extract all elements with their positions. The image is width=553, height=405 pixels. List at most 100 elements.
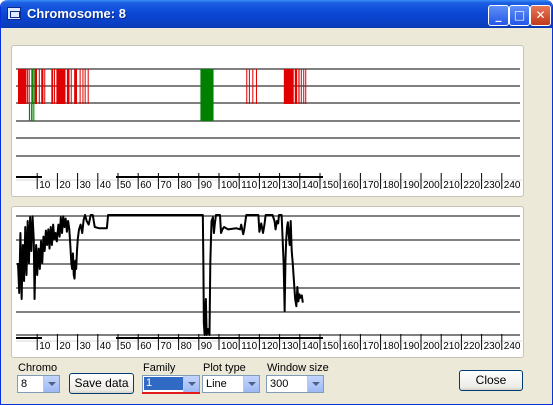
title-bar[interactable]: Chromosome: 8 _ □ ✕ [1, 0, 552, 28]
maximize-icon: □ [513, 8, 526, 22]
tick-label: 160 [342, 180, 359, 191]
chevron-down-icon[interactable] [183, 376, 199, 392]
tick-label: 50 [120, 180, 132, 191]
chromo-label: Chromo [18, 362, 58, 374]
track-segment [66, 69, 70, 104]
track-segment [283, 69, 294, 104]
window-size-select[interactable]: 300 [266, 375, 324, 393]
bottom-plot-panel: 10 20 30 40 50 60 70 80 90 100 110 120 130 140 150 160 1… [11, 206, 524, 358]
tick-label: 140 [302, 180, 319, 191]
track-segment [56, 69, 66, 104]
tick-label: 20 [59, 341, 71, 352]
tick-label: 140 [302, 341, 319, 352]
window-size-value: 300 [270, 378, 289, 390]
tick-label: 130 [282, 180, 299, 191]
tick-label: 70 [160, 341, 172, 352]
tick-label: 40 [100, 180, 112, 191]
close-window-button[interactable]: ✕ [530, 5, 551, 26]
track-segment [255, 69, 257, 104]
tick-label: 80 [181, 341, 193, 352]
maximize-button[interactable]: □ [509, 5, 530, 26]
tick-label: 10 [39, 180, 51, 191]
track-segment [28, 104, 31, 121]
line-plot[interactable]: 10 20 30 40 50 60 70 80 90 100 110 120 130 140 150 160 1… [12, 207, 523, 357]
tick-label: 210 [443, 341, 460, 352]
track-segment [27, 69, 29, 104]
tick-label: 240 [504, 180, 521, 191]
track-segment [38, 69, 40, 104]
tick-label: 170 [362, 341, 379, 352]
track-segment [70, 69, 72, 104]
tick-label: 40 [100, 341, 112, 352]
tick-label: 230 [484, 341, 501, 352]
tick-label: 180 [383, 180, 400, 191]
tick-label: 220 [463, 180, 480, 191]
track-segment [44, 69, 46, 104]
tick-label: 20 [59, 180, 71, 191]
track-segment [200, 69, 214, 104]
tick-label: 100 [221, 341, 238, 352]
family-value: 1 [144, 377, 183, 390]
tick-label: 200 [423, 180, 440, 191]
track-segment [303, 69, 305, 104]
track-segment [87, 69, 89, 104]
close-icon: ✕ [535, 8, 546, 22]
tick-label: 110 [241, 180, 257, 191]
track-segment [200, 104, 214, 121]
track-segment [41, 69, 44, 104]
track-segment [51, 69, 54, 104]
tick-label: 150 [322, 341, 339, 352]
tick-label: 100 [221, 180, 238, 191]
track-segment [53, 69, 55, 104]
window-size-label: Window size [267, 362, 329, 374]
track-segment [252, 69, 254, 104]
tick-label: 220 [463, 341, 480, 352]
tick-label: 80 [181, 180, 193, 191]
tick-label: 240 [504, 341, 521, 352]
tick-label: 200 [423, 341, 440, 352]
family-label: Family [143, 362, 176, 374]
tick-label: 170 [362, 180, 379, 191]
app-icon [7, 7, 21, 20]
chevron-down-icon[interactable] [307, 376, 323, 392]
tick-label: 210 [443, 180, 460, 191]
tick-label: 90 [201, 180, 213, 191]
data-line [17, 214, 304, 336]
tick-label: 120 [261, 341, 278, 352]
track-segment [84, 69, 86, 104]
tick-label: 60 [140, 341, 152, 352]
track-segment [34, 69, 37, 104]
chevron-down-icon[interactable] [43, 376, 59, 392]
chevron-down-icon[interactable] [243, 376, 259, 392]
tick-label: 120 [261, 180, 278, 191]
save-data-button[interactable]: Save data [69, 373, 134, 394]
tick-label: 190 [403, 180, 420, 191]
family-underline [142, 392, 200, 394]
plot-type-select[interactable]: Line [202, 375, 260, 393]
tick-label: 70 [160, 180, 172, 191]
tick-label: 30 [80, 180, 92, 191]
tick-label: 130 [282, 341, 299, 352]
track-plot[interactable]: 10 20 30 40 50 60 70 80 90 100 110 120 130 140 150 160 1… [12, 46, 523, 196]
minimize-icon: _ [495, 8, 502, 22]
plot-type-value: Line [206, 378, 227, 390]
tick-label: 150 [322, 180, 339, 191]
track-segment [298, 69, 300, 104]
top-plot-panel: 10 20 30 40 50 60 70 80 90 100 110 120 130 140 150 160 1… [11, 45, 524, 197]
minimize-button[interactable]: _ [488, 5, 509, 26]
close-button[interactable]: Close [459, 370, 523, 391]
track-segment [33, 69, 35, 104]
track-segment [31, 104, 33, 121]
chromo-select[interactable]: 8 [17, 375, 60, 393]
track-segment [31, 69, 33, 104]
track-segment [248, 69, 250, 104]
track-segment [82, 69, 84, 104]
track-segment [74, 69, 77, 104]
family-select[interactable]: 1 [142, 375, 200, 393]
track-segment [28, 69, 30, 104]
track-segment [300, 69, 302, 104]
track-segment [18, 69, 27, 104]
tick-label: 60 [140, 180, 152, 191]
tick-label: 110 [241, 341, 257, 352]
tick-label: 30 [80, 341, 92, 352]
